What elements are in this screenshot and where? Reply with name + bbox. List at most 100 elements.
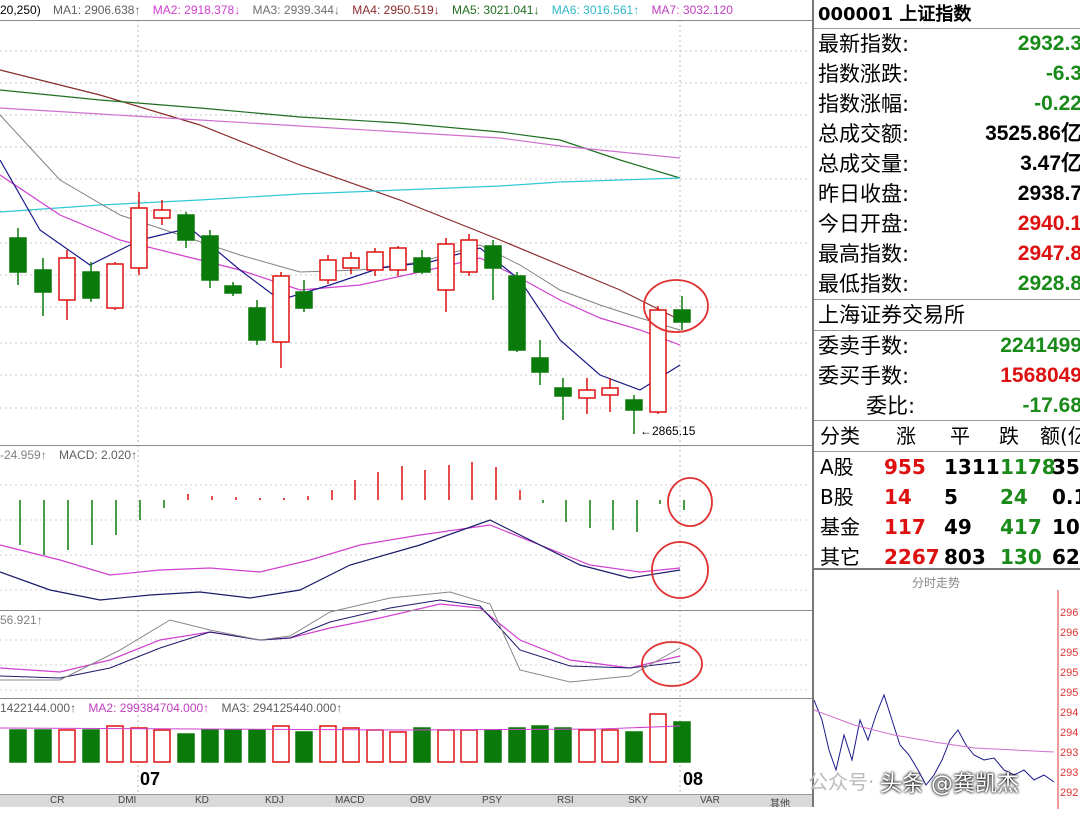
volume-bar [58, 729, 76, 763]
volume-bar [342, 727, 360, 763]
ma2-line [0, 174, 681, 346]
quote-label: 指数涨跌: [818, 62, 910, 86]
month-label-jul: 07 [140, 769, 161, 789]
candle-body [366, 251, 384, 271]
low-price-label: ←2865.15 [640, 424, 696, 438]
volume-bar [601, 729, 619, 763]
order-row: 委买手数: 1568049 [814, 361, 1080, 391]
candle-body [106, 263, 124, 309]
vol-legend-bar: 1422144.000↑ MA2: 299384704.000↑ MA3: 29… [0, 700, 351, 716]
volume-bar [508, 727, 526, 763]
candle-body [673, 309, 691, 323]
wechat-watermark: 公众号· [808, 770, 875, 794]
candle-body [177, 214, 195, 241]
tab-kd[interactable]: KD [195, 795, 209, 806]
breadth-row: 基金 117 49 417 107 [814, 512, 1080, 542]
candle-body [578, 389, 596, 399]
candle-body [389, 247, 407, 271]
intraday-axis-label: 295 [1060, 647, 1078, 659]
tab-psy[interactable]: PSY [482, 795, 502, 806]
vol-ma1: 1422144.000↑ [0, 701, 77, 715]
volume-bar [130, 727, 148, 763]
tab-cr[interactable]: CR [50, 795, 64, 806]
candle-body [342, 257, 360, 269]
index-title: 000001 上证指数 [814, 0, 1080, 29]
quote-value: -0.22 [1034, 92, 1080, 115]
quote-value: 2932.3 [1017, 32, 1080, 55]
quote-label: 最新指数: [818, 32, 910, 56]
candle-body [248, 307, 266, 341]
col-down: 跌 [999, 424, 1019, 448]
kline-svg [0, 20, 810, 794]
candle-body [554, 387, 572, 397]
breadth-amt: 107 [1052, 515, 1080, 539]
col-up: 涨 [896, 424, 916, 448]
order-label: 委比: [866, 394, 916, 418]
quote-label: 总成交量: [818, 152, 910, 176]
quote-label: 昨日收盘: [818, 182, 910, 206]
volume-bar [413, 727, 431, 763]
intraday-axis-label: 293 [1060, 747, 1078, 759]
ma6-line [0, 177, 681, 213]
order-value: -17.68 [1022, 394, 1080, 417]
quote-value: 2947.8 [1017, 242, 1080, 265]
macd-legend-bar: -24.959↑ MACD: 2.020↑ [0, 447, 146, 463]
order-value: 1568049 [1000, 364, 1080, 387]
quote-info-panel: 000001 上证指数 最新指数: 2932.3 指数涨跌: -6.3 指数涨幅: -0.… [812, 0, 1080, 809]
kdj-d-line [0, 599, 681, 679]
kline-chart-panel[interactable]: 20,250) MA1: 2906.638↑ MA2: 2918.378↓ MA… [0, 0, 812, 807]
candle-body [34, 269, 52, 293]
macd-diff: -24.959↑ [0, 448, 47, 462]
order-row: 委卖手数: 2241499 [814, 331, 1080, 361]
candle-body [601, 387, 619, 396]
volume-bar [201, 729, 219, 763]
quote-value: 3.47亿 [1020, 152, 1080, 175]
candle-body [625, 399, 643, 411]
candle-body [460, 239, 478, 273]
quote-label: 指数涨幅: [818, 92, 910, 116]
quote-value: 2928.8 [1017, 272, 1080, 295]
breadth-up: 117 [884, 515, 926, 539]
quote-label: 今日开盘: [818, 212, 910, 236]
col-amount: 额(亿 [1040, 424, 1080, 448]
macd-value: MACD: 2.020↑ [59, 448, 138, 462]
tab-macd[interactable]: MACD [335, 795, 364, 806]
volume-bar [389, 731, 407, 763]
breadth-up: 14 [884, 485, 912, 509]
breadth-cat: A股 [820, 455, 854, 479]
breadth-flat: 1311 [944, 455, 1000, 479]
breadth-amt: 352 [1052, 455, 1080, 479]
quote-row: 昨日收盘: 2938.7 [814, 179, 1080, 209]
volume-bar [106, 725, 124, 763]
quote-row: 指数涨跌: -6.3 [814, 59, 1080, 89]
volume-bar [82, 729, 100, 763]
candle-body [649, 309, 667, 413]
kdj-value: 56.921↑ [0, 613, 43, 627]
kdj-k-line [0, 603, 681, 673]
breadth-table: 分类 涨 平 跌 额(亿 A股 955 13111178352 B股 14 5 24 0.17… [814, 420, 1080, 572]
vol-ma2: MA2: 299384704.000↑ [88, 701, 210, 715]
tab-other[interactable]: 其他 [770, 795, 790, 807]
tab-dmi[interactable]: DMI [118, 795, 136, 806]
candle-body [272, 275, 290, 343]
tab-obv[interactable]: OBV [410, 795, 431, 806]
breadth-cat: 基金 [820, 515, 860, 539]
intraday-axis-label: 295 [1060, 687, 1078, 699]
tab-kdj[interactable]: KDJ [265, 795, 284, 806]
breadth-down: 1178 [1000, 455, 1056, 479]
tab-sky[interactable]: SKY [628, 795, 648, 806]
quote-value: 2938.7 [1017, 182, 1080, 205]
col-flat: 平 [950, 424, 970, 448]
volume-bar [9, 729, 27, 763]
breadth-flat: 49 [944, 515, 972, 539]
order-label: 委卖手数: [818, 334, 910, 358]
ma4-line [0, 69, 681, 321]
intraday-axis-label: 296 [1060, 627, 1078, 639]
candle-body [508, 275, 526, 351]
volume-bar [295, 731, 313, 763]
breadth-row: B股 14 5 24 0.17 [814, 482, 1080, 512]
tab-rsi[interactable]: RSI [557, 795, 574, 806]
tab-var[interactable]: VAR [700, 795, 720, 806]
volume-bar [578, 729, 596, 763]
volume-bar [625, 731, 643, 763]
